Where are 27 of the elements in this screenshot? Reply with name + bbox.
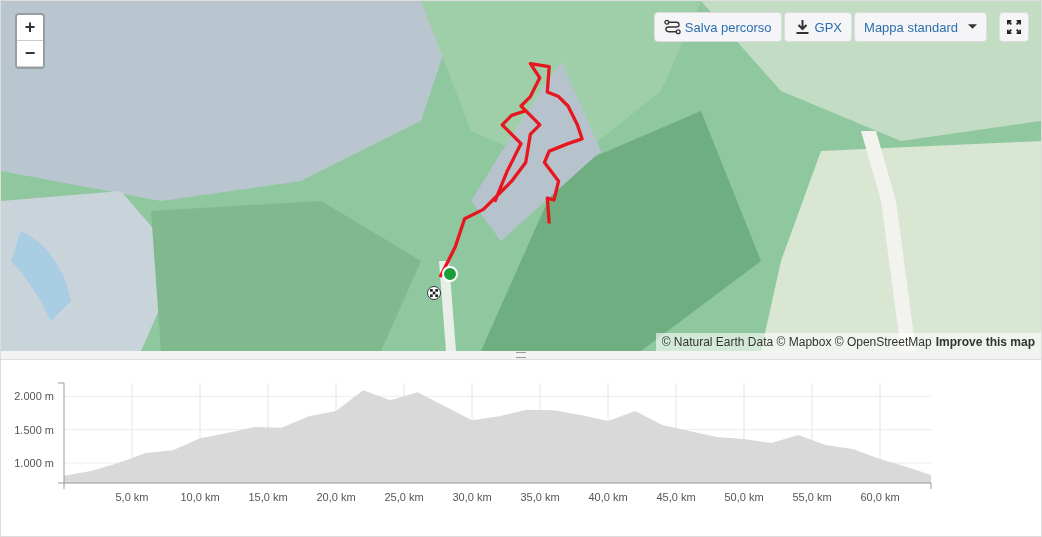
zoom-out-button[interactable]: −	[17, 41, 43, 67]
x-tick-label: 25,0 km	[384, 491, 424, 503]
x-tick-label: 40,0 km	[588, 491, 628, 503]
x-tick-label: 15,0 km	[248, 491, 288, 503]
y-tick-label: 1.500 m	[14, 423, 54, 436]
save-route-button[interactable]: Salva percorso	[653, 12, 782, 42]
map-style-dropdown[interactable]: Mappa standard	[854, 12, 987, 42]
x-tick-label: 45,0 km	[656, 491, 696, 503]
fullscreen-button[interactable]	[999, 12, 1029, 42]
download-button[interactable]: GPX	[783, 12, 853, 42]
x-tick-label: 55,0 km	[792, 491, 832, 503]
x-tick-label: 50,0 km	[724, 491, 764, 503]
caret-icon	[968, 24, 977, 30]
y-tick-label: 2.000 m	[14, 390, 54, 403]
x-tick-label: 20,0 km	[316, 491, 356, 503]
x-tick-label: 35,0 km	[520, 491, 560, 503]
route-icon	[663, 19, 681, 35]
resize-handle[interactable]	[516, 352, 526, 358]
x-tick-label: 30,0 km	[452, 491, 492, 503]
x-tick-label: 5,0 km	[115, 491, 149, 503]
zoom-in-button[interactable]: +	[17, 15, 43, 41]
x-tick-label: 60,0 km	[860, 491, 900, 503]
improve-map-link[interactable]: Improve this map	[935, 335, 1035, 349]
attribution-text: © Natural Earth Data © Mapbox © OpenStreetMap	[661, 335, 932, 349]
y-tick-label: 1.000 m	[14, 457, 54, 469]
fullscreen-icon	[1007, 20, 1021, 34]
x-tick-label: 10,0 km	[180, 491, 220, 503]
